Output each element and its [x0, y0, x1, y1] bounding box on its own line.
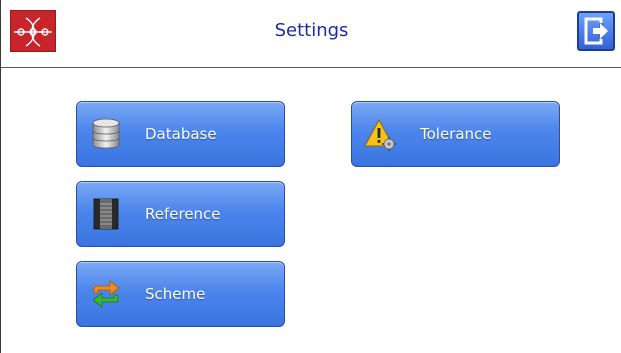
- tolerance-button[interactable]: Tolerance: [351, 101, 560, 167]
- database-label: Database: [145, 125, 217, 143]
- database-icon: [92, 118, 120, 149]
- header-bar: Settings: [1, 0, 621, 68]
- scheme-button[interactable]: Scheme: [76, 261, 285, 327]
- reference-button[interactable]: Reference: [76, 181, 285, 247]
- warning-gear-icon: [364, 118, 396, 151]
- database-button[interactable]: Database: [76, 101, 285, 167]
- settings-screen: Settings Database Reference Scheme Toler…: [0, 0, 621, 353]
- swap-arrows-icon: [92, 280, 120, 308]
- page-title: Settings: [274, 20, 349, 41]
- reference-label: Reference: [145, 205, 221, 223]
- tolerance-label: Tolerance: [420, 125, 492, 143]
- scheme-label: Scheme: [145, 285, 206, 303]
- film-reel-icon: [93, 198, 119, 230]
- exit-icon: [584, 17, 608, 45]
- exit-button[interactable]: [577, 11, 615, 51]
